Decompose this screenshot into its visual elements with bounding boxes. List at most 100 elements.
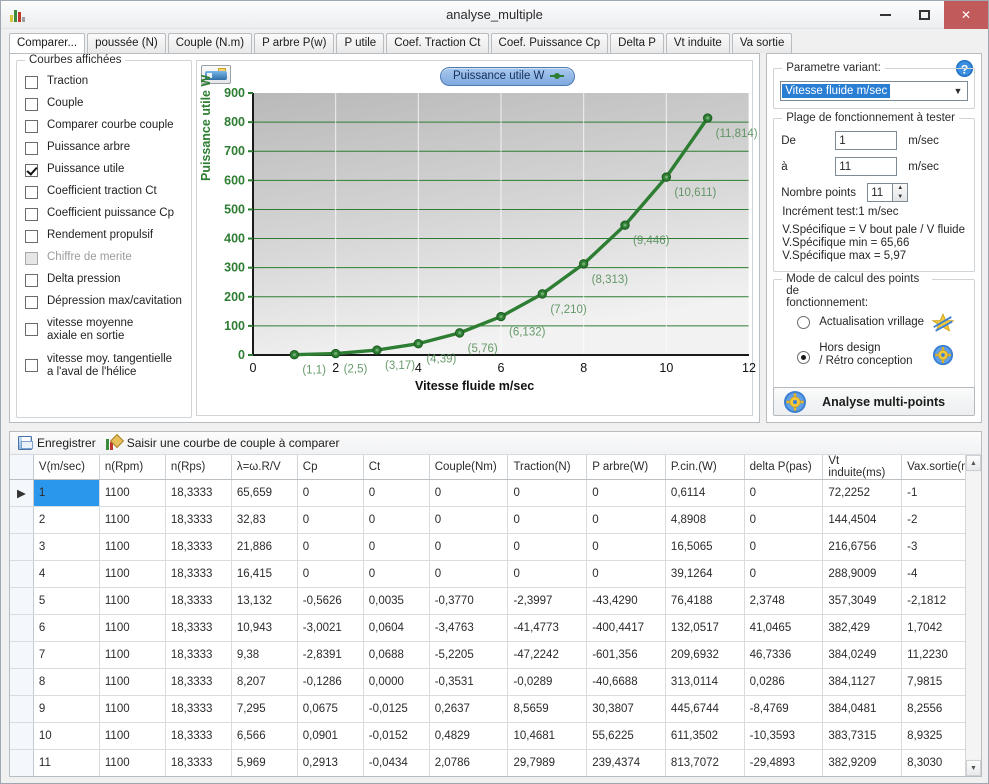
table-cell[interactable]: 0: [586, 560, 666, 588]
table-cell[interactable]: 2,3748: [744, 587, 824, 615]
table-cell[interactable]: 55,6225: [586, 722, 666, 750]
table-cell[interactable]: 3: [33, 533, 100, 561]
table-row[interactable]: 6 1100 18,3333 10,943 -3,0021 0,0604 -3,4763 -4…: [10, 614, 981, 642]
table-cell[interactable]: 2: [33, 506, 100, 534]
column-header[interactable]: delta P(pas): [744, 455, 824, 480]
tab-p-arbre[interactable]: P arbre P(w): [254, 33, 335, 53]
table-cell[interactable]: 39,1264: [665, 560, 745, 588]
tab-poussee[interactable]: poussée (N): [87, 33, 166, 53]
table-cell[interactable]: 6,566: [231, 722, 298, 750]
table-cell[interactable]: -2,3997: [507, 587, 588, 615]
analyse-multi-points-button[interactable]: Analyse multi-points: [773, 387, 975, 416]
table-cell[interactable]: 32,83: [231, 506, 298, 534]
table-cell[interactable]: 18,3333: [165, 695, 232, 723]
checkbox-box[interactable]: [25, 230, 38, 243]
table-cell[interactable]: 813,7072: [665, 749, 745, 776]
npoints-input[interactable]: 11: [867, 183, 894, 202]
tab-delta-p[interactable]: Delta P: [610, 33, 664, 53]
checkbox-puissance-utile[interactable]: Puissance utile: [25, 163, 185, 177]
table-cell[interactable]: -3,0021: [297, 614, 364, 642]
table-cell[interactable]: 18,3333: [165, 668, 232, 696]
scroll-up-icon[interactable]: ▲: [966, 455, 981, 471]
radio-button[interactable]: [797, 316, 811, 329]
table-cell[interactable]: 18,3333: [165, 641, 232, 669]
radio-hors-design[interactable]: Hors design / Rétro conception: [781, 342, 967, 368]
table-cell[interactable]: 13,132: [231, 587, 298, 615]
table-row[interactable]: 8 1100 18,3333 8,207 -0,1286 0,0000 -0,3531 -0,…: [10, 668, 981, 696]
checkbox-box[interactable]: [25, 274, 38, 287]
row-marker-cell[interactable]: [10, 587, 34, 615]
checkbox-vitesse-moyenne-axiale[interactable]: vitesse moyenne axiale en sortie: [25, 317, 185, 343]
scroll-down-icon[interactable]: ▼: [966, 760, 981, 776]
table-cell[interactable]: 10,4681: [507, 722, 588, 750]
table-cell[interactable]: 383,7315: [822, 722, 903, 750]
tab-coef-puissance[interactable]: Coef. Puissance Cp: [490, 33, 609, 53]
checkbox-coefficient-traction-ct[interactable]: Coefficient traction Ct: [25, 185, 185, 199]
column-header[interactable]: Cp: [297, 455, 364, 480]
table-cell[interactable]: 0: [363, 506, 430, 534]
column-header[interactable]: Vt induite(ms): [822, 455, 903, 480]
table-cell[interactable]: 0,0604: [363, 614, 430, 642]
table-cell[interactable]: 0: [744, 479, 824, 507]
table-cell[interactable]: -0,3531: [429, 668, 509, 696]
table-cell[interactable]: 0: [297, 533, 364, 561]
table-cell[interactable]: 18,3333: [165, 506, 232, 534]
table-cell[interactable]: 10: [33, 722, 100, 750]
tab-comparer[interactable]: Comparer...: [9, 33, 86, 54]
table-cell[interactable]: 18,3333: [165, 560, 232, 588]
table-cell[interactable]: 1100: [99, 506, 166, 534]
table-cell[interactable]: 0: [429, 533, 509, 561]
table-cell[interactable]: 1100: [99, 533, 166, 561]
table-cell[interactable]: 0,4829: [429, 722, 509, 750]
checkbox-coefficient-puissance-cp[interactable]: Coefficient puissance Cp: [25, 207, 185, 221]
table-cell[interactable]: -5,2205: [429, 641, 509, 669]
radio-button[interactable]: [797, 351, 811, 364]
table-cell[interactable]: 4: [33, 560, 100, 588]
table-cell[interactable]: 30,3807: [586, 695, 666, 723]
table-cell[interactable]: 0,0286: [744, 668, 824, 696]
column-header[interactable]: P arbre(W): [586, 455, 666, 480]
table-cell[interactable]: 4,8908: [665, 506, 745, 534]
column-header[interactable]: V(m/sec): [33, 455, 100, 480]
table-cell[interactable]: 384,1127: [822, 668, 903, 696]
table-cell[interactable]: 8: [33, 668, 100, 696]
table-cell[interactable]: 0: [429, 506, 509, 534]
table-cell[interactable]: -0,5626: [297, 587, 364, 615]
checkbox-box[interactable]: [25, 120, 38, 133]
table-cell[interactable]: 382,429: [822, 614, 903, 642]
tab-couple[interactable]: Couple (N.m): [167, 33, 253, 53]
row-marker-cell[interactable]: [10, 560, 34, 588]
table-cell[interactable]: 0: [363, 533, 430, 561]
table-cell[interactable]: 144,4504: [822, 506, 903, 534]
tab-va-sortie[interactable]: Va sortie: [731, 33, 793, 53]
checkbox-box[interactable]: [25, 164, 38, 177]
table-cell[interactable]: 8,207: [231, 668, 298, 696]
row-marker-cell[interactable]: [10, 722, 34, 750]
table-cell[interactable]: 1100: [99, 587, 166, 615]
table-cell[interactable]: -43,4290: [586, 587, 666, 615]
table-cell[interactable]: 0,0901: [297, 722, 364, 750]
table-cell[interactable]: 5: [33, 587, 100, 615]
table-cell[interactable]: 10,943: [231, 614, 298, 642]
table-cell[interactable]: -2,8391: [297, 641, 364, 669]
range-to-input[interactable]: 11: [835, 157, 898, 176]
column-header[interactable]: n(Rps): [165, 455, 232, 480]
table-row[interactable]: 7 1100 18,3333 9,38 -2,8391 0,0688 -5,2205 -47,…: [10, 641, 981, 669]
table-cell[interactable]: -41,4773: [507, 614, 588, 642]
row-marker-cell[interactable]: ▶: [10, 479, 34, 507]
table-cell[interactable]: 72,2252: [822, 479, 903, 507]
table-cell[interactable]: -0,0434: [363, 749, 430, 776]
table-cell[interactable]: 0,0688: [363, 641, 430, 669]
table-cell[interactable]: 7,295: [231, 695, 298, 723]
column-header[interactable]: Couple(Nm): [429, 455, 509, 480]
table-cell[interactable]: 0: [507, 479, 588, 507]
table-cell[interactable]: 65,659: [231, 479, 298, 507]
checkbox-box[interactable]: [25, 208, 38, 221]
table-row[interactable]: 10 1100 18,3333 6,566 0,0901 -0,0152 0,4829 10,…: [10, 722, 981, 750]
table-cell[interactable]: 18,3333: [165, 614, 232, 642]
checkbox-box[interactable]: [25, 359, 38, 372]
table-cell[interactable]: 0: [363, 479, 430, 507]
row-marker-cell[interactable]: [10, 668, 34, 696]
table-cell[interactable]: 209,6932: [665, 641, 745, 669]
table-cell[interactable]: 8,5659: [507, 695, 588, 723]
